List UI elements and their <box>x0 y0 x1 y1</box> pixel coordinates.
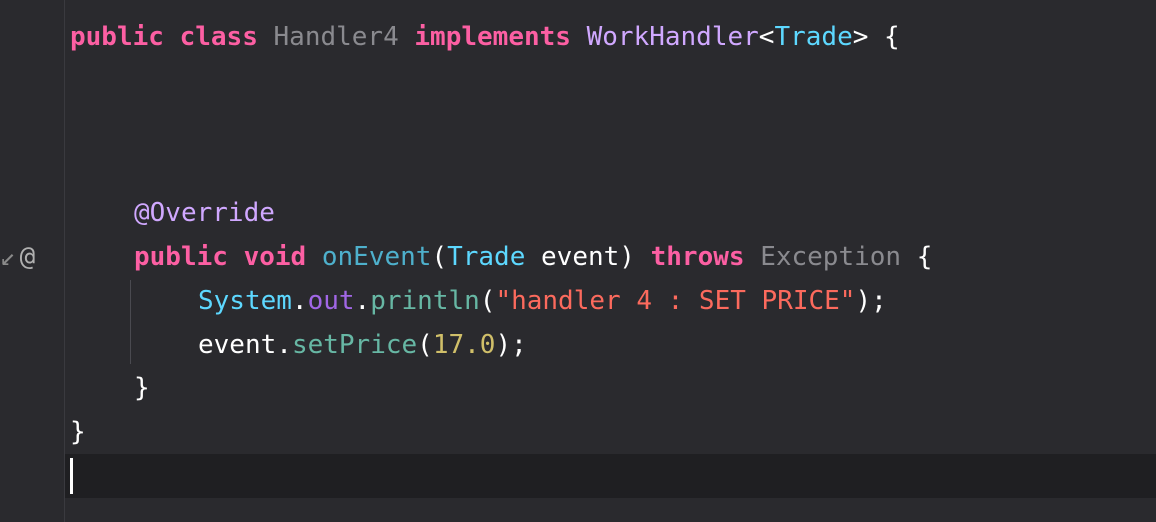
keyword-void: void <box>243 242 307 272</box>
out-field: out <box>307 286 355 316</box>
event-variable: event <box>198 330 277 360</box>
class-name: Handler4 <box>273 22 399 52</box>
statement-close: ); <box>495 330 527 360</box>
keyword-public: public <box>134 242 228 272</box>
current-line-highlight <box>65 454 1156 498</box>
statement-close: ); <box>855 286 887 316</box>
string-literal: "handler 4 : SET PRICE" <box>495 286 856 316</box>
class-close-brace: } <box>70 417 86 447</box>
indent-guide <box>130 280 131 364</box>
println-method: println <box>370 286 480 316</box>
method-name: onEvent <box>321 242 432 272</box>
override-at-icon: @ <box>19 242 36 272</box>
number-literal: 17.0 <box>432 330 496 360</box>
generic-open: < <box>758 22 775 52</box>
system-class: System <box>198 286 292 316</box>
code-line-method-signature[interactable]: public void onEvent(Trade event) throws … <box>134 237 932 277</box>
keyword-throws: throws <box>650 242 745 272</box>
interface-name: WorkHandler <box>586 22 759 52</box>
annotation-override: @Override <box>134 198 275 228</box>
param-name: event) <box>525 242 635 272</box>
paren-open: ( <box>417 330 433 360</box>
param-type: Trade <box>447 242 526 272</box>
keyword-class: class <box>179 22 258 52</box>
code-editor[interactable]: ↙ @ public class Handler4 implements Work… <box>0 0 1156 522</box>
keyword-implements: implements <box>414 22 571 52</box>
exception-type: Exception <box>760 242 902 272</box>
text-caret <box>70 458 73 494</box>
set-price-method: setPrice <box>291 330 418 360</box>
code-line-set-price[interactable]: event.setPrice(17.0); <box>198 325 527 365</box>
code-line-method-close[interactable]: } <box>134 368 150 408</box>
code-line-annotation[interactable]: @Override <box>134 193 275 233</box>
paren-open: ( <box>431 242 448 272</box>
code-line-println[interactable]: System.out.println("handler 4 : SET PRIC… <box>198 281 887 321</box>
dot: . <box>291 286 308 316</box>
override-arrow-icon: ↙ <box>0 242 16 272</box>
generic-type: Trade <box>774 22 853 52</box>
override-gutter-marker[interactable]: ↙ @ <box>0 240 35 274</box>
dot: . <box>276 330 292 360</box>
method-close-brace: } <box>134 373 150 403</box>
method-open-brace: { <box>901 242 933 272</box>
gutter-separator <box>64 0 65 522</box>
code-line-class-declaration[interactable]: public class Handler4 implements WorkHan… <box>70 17 900 57</box>
dot: . <box>354 286 371 316</box>
paren-open: ( <box>479 286 496 316</box>
keyword-public: public <box>70 22 164 52</box>
generic-close-brace: > { <box>852 22 900 52</box>
code-line-class-close[interactable]: } <box>70 412 86 452</box>
